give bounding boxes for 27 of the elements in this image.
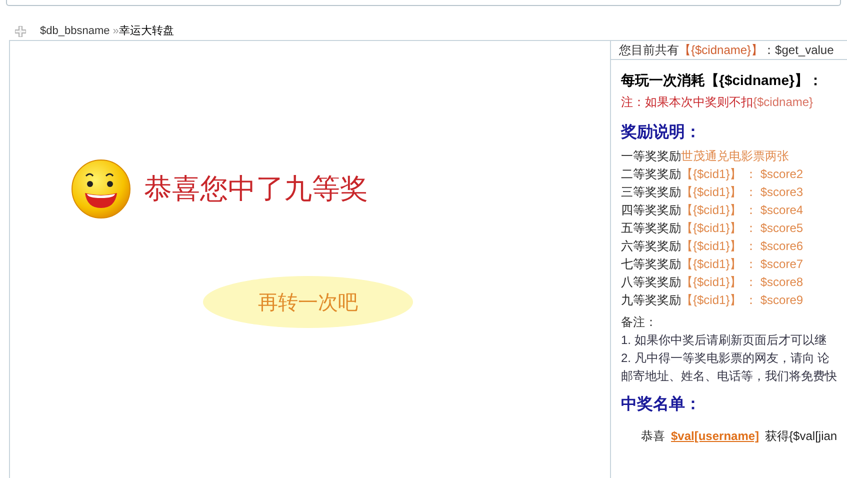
note-line: 1. 如果你中奖后请刷新页面后才可以继 bbox=[621, 332, 828, 349]
result-message: 恭喜您中了九等奖 bbox=[144, 171, 368, 207]
winners-title: 中奖名单： bbox=[621, 394, 702, 415]
smiley-icon bbox=[70, 158, 132, 220]
note-line: 邮寄地址、姓名、电话等，我们将免费快 bbox=[621, 368, 838, 385]
winner-prize: 获得{$val[jian bbox=[765, 428, 838, 445]
reward-line: 三等奖奖励【{$cid1}】 ： $score3 bbox=[621, 184, 804, 201]
note-line: 2. 凡中得一等奖电影票的网友，请向 论 bbox=[621, 350, 831, 367]
winner-username: $val[username] bbox=[671, 428, 760, 445]
reward-line: 四等奖奖励【{$cid1}】 ： $score4 bbox=[621, 202, 804, 219]
reward-line: 六等奖奖励【{$cid1}】 ： $score6 bbox=[621, 238, 804, 255]
balance-text: 您目前共有【{$cidname}】：$get_value bbox=[619, 42, 834, 59]
breadcrumb-separator: » bbox=[112, 24, 119, 39]
rewards-title: 奖励说明： bbox=[621, 122, 702, 143]
page-title: 幸运大转盘 bbox=[118, 24, 174, 39]
cost-title: 每玩一次消耗【{$cidname}】： bbox=[621, 71, 824, 90]
plus-icon[interactable] bbox=[15, 26, 26, 36]
reward-line: 七等奖奖励【{$cid1}】 ： $score7 bbox=[621, 256, 804, 273]
winner-prefix: 恭喜 bbox=[641, 428, 665, 445]
cost-note: 注：如果本次中奖则不扣{$cidname} bbox=[621, 94, 814, 111]
reward-line: 二等奖奖励【{$cid1}】 ： $score2 bbox=[621, 166, 804, 183]
reward-line: 一等奖奖励世茂通兑电影票两张 bbox=[621, 148, 790, 165]
site-name[interactable]: $db_bbsname bbox=[40, 22, 110, 40]
reward-line: 八等奖奖励【{$cid1}】 ： $score8 bbox=[621, 274, 804, 291]
reward-line: 五等奖奖励【{$cid1}】 ： $score5 bbox=[621, 220, 804, 237]
reward-line: 九等奖奖励【{$cid1}】 ： $score9 bbox=[621, 292, 804, 309]
notes-title: 备注： bbox=[621, 314, 658, 331]
